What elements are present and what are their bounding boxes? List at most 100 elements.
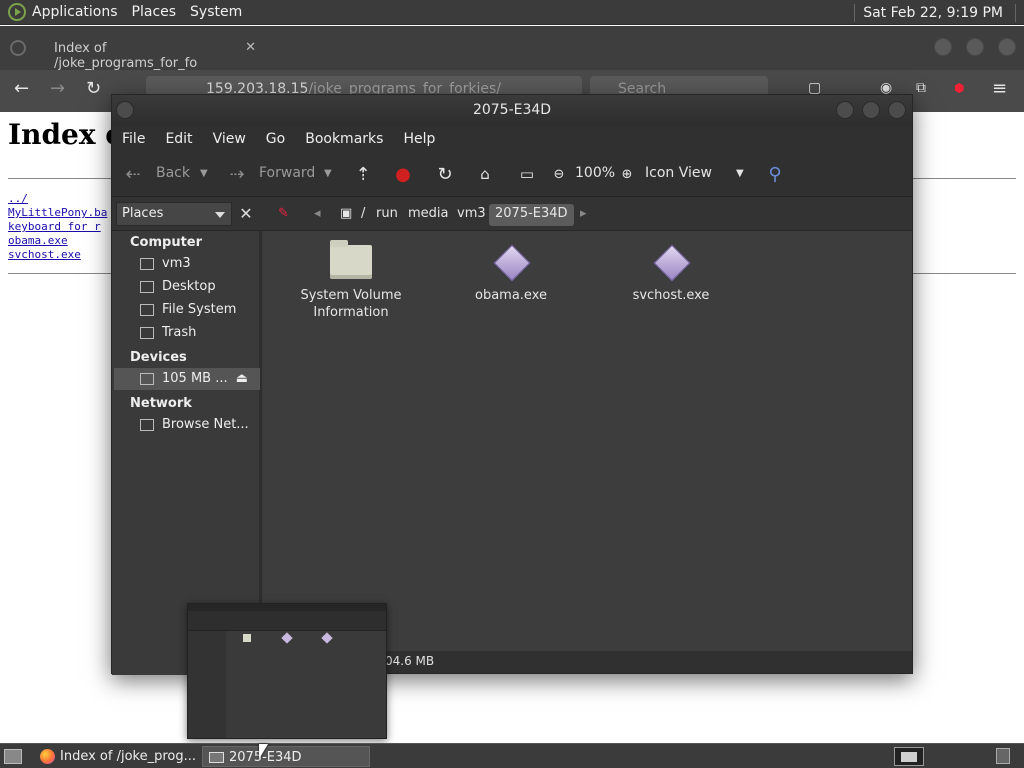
show-desktop-icon[interactable] (4, 749, 22, 764)
top-panel: Applications Places System Sat Feb 22, 9… (0, 0, 1024, 25)
file-name: svchost.exe (632, 288, 710, 303)
menu-go[interactable]: Go (266, 131, 285, 147)
trash-icon (140, 326, 154, 339)
close-button[interactable] (998, 38, 1016, 56)
file-item[interactable]: obama.exe (441, 245, 581, 304)
chevron-down-icon[interactable]: ▼ (736, 168, 744, 179)
forward-arrow-icon[interactable]: → (50, 78, 65, 99)
reload-icon[interactable]: ↻ (86, 78, 101, 99)
window-title: 2075-E34D (472, 102, 552, 118)
firefox-view-icon[interactable] (10, 40, 26, 56)
menu-file[interactable]: File (122, 131, 145, 147)
toolbar: ⇠ Back ▼ ⇢ Forward ▼ ⇡ ● ↻ ⌂ ▭ ⊖ 100% ⊕ … (112, 153, 912, 197)
extensions-icon[interactable]: ⧉ (916, 80, 926, 96)
up-icon[interactable]: ⇡ (352, 163, 374, 185)
computer-icon[interactable]: ▭ (516, 163, 538, 185)
exe-icon (494, 245, 528, 279)
stop-icon[interactable]: ● (392, 163, 414, 185)
places-menu[interactable]: Places (132, 4, 185, 20)
search-icon[interactable]: ⚲ (764, 163, 786, 185)
desktop-icon (140, 280, 154, 293)
zoom-level[interactable]: 100% (575, 165, 615, 181)
taskbar-item-browser[interactable]: Index of /joke_prog... (34, 746, 198, 767)
sidebar-item-device[interactable]: 105 MB ... ⏏ (114, 368, 260, 390)
minimize-button[interactable] (934, 38, 952, 56)
sidebar-item-vm3[interactable]: vm3 (140, 253, 191, 275)
home-icon[interactable]: ⌂ (474, 163, 496, 185)
minimize-button[interactable] (836, 101, 854, 119)
chevron-left-icon[interactable]: ◂ (308, 204, 327, 226)
home-folder-icon (140, 257, 154, 270)
breadcrumb-current[interactable]: 2075-E34D (489, 204, 574, 226)
workspace-switcher[interactable] (894, 747, 924, 766)
file-link[interactable]: keyboard for r (8, 220, 107, 234)
menu-view[interactable]: View (213, 131, 246, 147)
applications-menu[interactable]: Applications (32, 4, 126, 20)
file-view[interactable]: System Volume Information obama.exe svch… (265, 231, 912, 651)
task-label: Index of /joke_prog... (60, 749, 197, 764)
menu-bookmarks[interactable]: Bookmarks (305, 131, 383, 147)
file-item[interactable]: System Volume Information (281, 240, 421, 321)
window-titlebar[interactable]: 2075-E34D (112, 95, 912, 125)
trash-icon[interactable] (996, 748, 1010, 764)
firefox-icon (40, 749, 55, 764)
folder-icon (330, 240, 372, 279)
tab-title: Index of /joke_programs_for_fo (54, 41, 198, 71)
window-menu-button[interactable] (116, 101, 134, 119)
menu-edit[interactable]: Edit (165, 131, 192, 147)
sidebar-header-computer: Computer (130, 235, 203, 250)
distro-logo-icon[interactable] (8, 3, 26, 21)
close-tab-icon[interactable]: ✕ (245, 40, 256, 55)
zoom-in-icon[interactable]: ⊕ (616, 163, 638, 185)
maximize-button[interactable] (862, 101, 880, 119)
close-sidebar-icon[interactable]: ✕ (234, 202, 258, 226)
breadcrumb-media[interactable]: media (402, 204, 455, 226)
browser-tabbar: Index of /joke_programs_for_fo ✕ (0, 26, 1024, 71)
sidebar-item-desktop[interactable]: Desktop (140, 276, 216, 298)
sidebar-header-network: Network (130, 396, 192, 411)
reload-icon[interactable]: ↻ (434, 163, 456, 185)
browser-tab[interactable]: Index of /joke_programs_for_fo ✕ (40, 34, 262, 71)
thumbnail-sidebar (188, 631, 226, 738)
sidebar-item-trash[interactable]: Trash (140, 322, 196, 344)
menu-help[interactable]: Help (403, 131, 435, 147)
sidebar-item-browse-network[interactable]: Browse Net... (140, 414, 249, 436)
back-button[interactable]: Back (156, 165, 190, 181)
file-item[interactable]: svchost.exe (601, 245, 741, 304)
back-arrow-icon[interactable]: ⇠ (122, 163, 144, 185)
forward-button[interactable]: Forward (259, 165, 315, 181)
window-preview-thumbnail[interactable] (187, 603, 387, 739)
clock[interactable]: Sat Feb 22, 9:19 PM (863, 5, 1007, 21)
exe-icon (654, 245, 688, 279)
edit-location-icon[interactable]: ✎ (272, 204, 295, 226)
chevron-right-icon[interactable]: ▸ (574, 204, 593, 226)
close-button[interactable] (888, 101, 906, 119)
sidebar-selector[interactable]: Places (116, 202, 232, 226)
sidebar-item-label: 105 MB ... (162, 371, 228, 386)
hamburger-menu-icon[interactable]: ≡ (992, 78, 1007, 99)
taskbar-item-file-manager[interactable]: 2075-E34D (202, 746, 370, 767)
maximize-button[interactable] (966, 38, 984, 56)
parent-link[interactable]: ../ (8, 192, 107, 206)
thumbnail-folder-icon (243, 634, 251, 642)
menubar: File Edit View Go Bookmarks Help (112, 125, 912, 153)
file-link[interactable]: svchost.exe (8, 248, 107, 262)
panel-separator (1015, 3, 1016, 22)
breadcrumb-root[interactable]: / (355, 204, 371, 226)
forward-arrow-icon[interactable]: ⇢ (226, 163, 248, 185)
thumbnail-exe-icon (321, 632, 333, 644)
system-menu[interactable]: System (190, 4, 250, 20)
ublock-icon[interactable]: ⬢ (954, 81, 964, 95)
sidebar-item-filesystem[interactable]: File System (140, 299, 236, 321)
back-arrow-icon[interactable]: ← (14, 78, 29, 99)
view-mode-select[interactable]: Icon View (645, 165, 712, 181)
file-link[interactable]: obama.exe (8, 234, 107, 248)
eject-icon[interactable]: ⏏ (236, 368, 248, 390)
zoom-out-icon[interactable]: ⊖ (548, 163, 570, 185)
breadcrumb-vm3[interactable]: vm3 (451, 204, 492, 226)
forward-history-icon[interactable]: ▼ (324, 168, 332, 179)
file-link[interactable]: MyLittlePony.ba (8, 206, 107, 220)
breadcrumb-run[interactable]: run (370, 204, 404, 226)
back-history-icon[interactable]: ▼ (200, 168, 208, 179)
file-name: obama.exe (475, 288, 547, 303)
